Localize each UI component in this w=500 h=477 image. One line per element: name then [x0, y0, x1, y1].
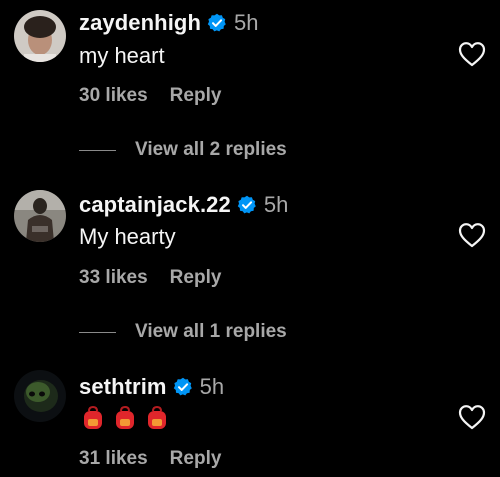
reply-button[interactable]: Reply [170, 448, 222, 470]
heart-icon[interactable] [458, 222, 486, 248]
username[interactable]: sethtrim [79, 374, 167, 400]
heart-icon[interactable] [458, 41, 486, 67]
avatar[interactable] [14, 190, 66, 242]
comment-text [82, 406, 168, 430]
timestamp: 5h [199, 374, 225, 399]
red-backpack-icon [116, 406, 134, 429]
avatar[interactable] [14, 370, 66, 422]
divider-line [79, 331, 116, 333]
verified-badge-icon [237, 195, 256, 214]
likes-count[interactable]: 33 likes [79, 267, 148, 289]
timestamp: 5h [263, 192, 289, 217]
comment-text: my heart [79, 43, 165, 68]
view-replies-label: View all 1 replies [135, 321, 287, 342]
divider-line [79, 149, 116, 151]
avatar[interactable] [14, 10, 66, 62]
reply-button[interactable]: Reply [170, 85, 222, 107]
heart-icon[interactable] [458, 404, 486, 430]
verified-badge-icon [207, 13, 226, 32]
view-replies-label: View all 2 replies [135, 139, 287, 160]
red-backpack-icon [84, 406, 102, 429]
username[interactable]: zaydenhigh [79, 10, 201, 36]
likes-count[interactable]: 30 likes [79, 85, 148, 107]
username[interactable]: captainjack.22 [79, 192, 231, 218]
view-replies-button[interactable]: View all 1 replies [79, 321, 287, 343]
reply-button[interactable]: Reply [170, 267, 222, 289]
timestamp: 5h [234, 10, 259, 35]
verified-badge-icon [173, 377, 192, 396]
red-backpack-icon [148, 406, 166, 429]
view-replies-button[interactable]: View all 2 replies [79, 139, 287, 161]
likes-count[interactable]: 31 likes [79, 448, 148, 470]
comment-text: My hearty [79, 224, 176, 249]
